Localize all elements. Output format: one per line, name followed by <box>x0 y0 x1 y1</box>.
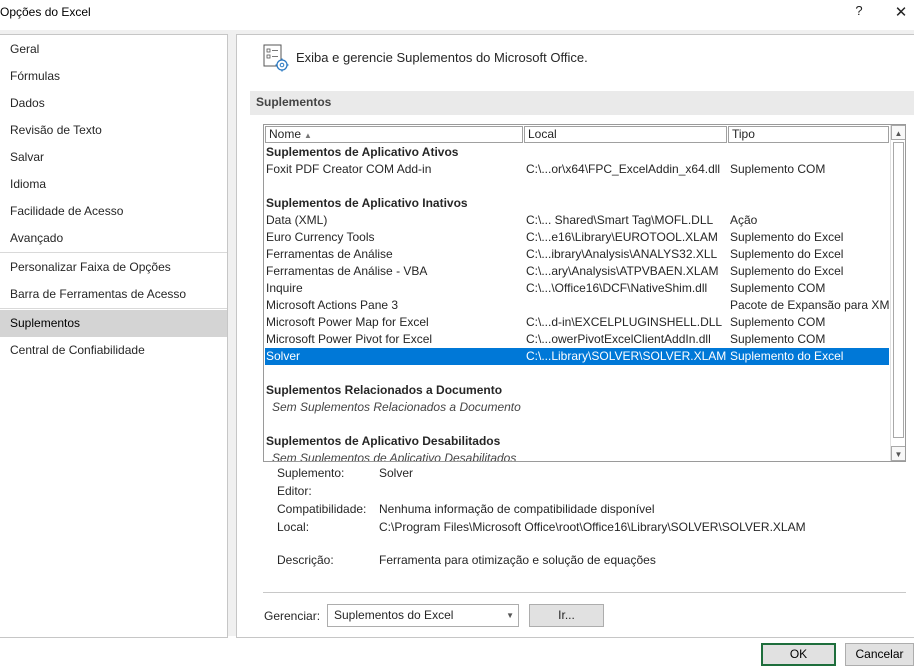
addin-type: Pacote de Expansão para XML <box>730 298 895 312</box>
detail-compat-label: Compatibilidade: <box>277 502 367 516</box>
cancel-button[interactable]: Cancelar <box>845 643 914 666</box>
column-header-location[interactable]: Local <box>524 126 727 143</box>
addin-type: Suplemento do Excel <box>730 264 844 278</box>
sidebar-divider <box>0 252 227 253</box>
detail-desc-label: Descrição: <box>277 553 334 567</box>
column-header-name[interactable]: Nome ▲ <box>265 126 523 143</box>
addin-type: Suplemento do Excel <box>730 247 844 261</box>
addin-type: Suplemento COM <box>730 162 826 176</box>
detail-location-label: Local: <box>277 520 310 534</box>
go-button[interactable]: Ir... <box>529 604 604 627</box>
table-row[interactable]: Microsoft Power Pivot for Excel C:\...ow… <box>265 331 889 348</box>
addin-location: C:\...e16\Library\EUROTOOL.XLAM <box>526 230 718 244</box>
help-icon[interactable]: ? <box>852 3 866 18</box>
close-icon[interactable]: ✕ <box>893 3 909 21</box>
detail-compat-value: Nenhuma informação de compatibilidade di… <box>379 502 655 516</box>
sidebar-item-faixa[interactable]: Personalizar Faixa de Opções <box>0 254 227 281</box>
group-title-document: Suplementos Relacionados a Documento <box>266 383 503 397</box>
ok-button[interactable]: OK <box>761 643 836 666</box>
section-title: Suplementos <box>256 95 332 109</box>
table-row[interactable]: Microsoft Actions Pane 3 Pacote de Expan… <box>265 297 895 314</box>
sidebar-item-salvar[interactable]: Salvar <box>0 144 227 171</box>
divider <box>263 592 906 593</box>
manage-select-value: Suplementos do Excel <box>334 608 454 622</box>
sidebar-item-suplementos[interactable]: Suplementos <box>0 310 227 337</box>
addin-type: Suplemento COM <box>730 281 826 295</box>
addin-location: C:\...\Office16\DCF\NativeShim.dll <box>526 281 708 295</box>
table-row[interactable]: Foxit PDF Creator COM Add-in C:\...or\x6… <box>265 161 889 178</box>
window-title: Opções do Excel <box>0 5 91 19</box>
sidebar-item-confiabilidade[interactable]: Central de Confiabilidade <box>0 337 227 364</box>
addin-location: C:\...ary\Analysis\ATPVBAEN.XLAM <box>526 264 719 278</box>
empty-group-note: Sem Suplementos Relacionados a Documento <box>272 400 521 414</box>
scroll-thumb[interactable] <box>893 142 904 438</box>
column-header-type[interactable]: Tipo <box>728 126 889 143</box>
addin-name: Microsoft Power Map for Excel <box>266 315 429 329</box>
sidebar-item-formulas[interactable]: Fórmulas <box>0 63 227 90</box>
addin-type: Suplemento do Excel <box>730 230 844 244</box>
table-row[interactable]: Euro Currency Tools C:\...e16\Library\EU… <box>265 229 889 246</box>
manage-label: Gerenciar: <box>264 609 321 623</box>
table-row[interactable]: Ferramentas de Análise C:\...ibrary\Anal… <box>265 246 889 263</box>
addin-type: Suplemento do Excel <box>730 349 844 363</box>
detail-publisher-label: Editor: <box>277 484 312 498</box>
empty-group-note: Sem Suplementos de Aplicativo Desabilita… <box>272 451 517 462</box>
addins-icon <box>263 44 289 72</box>
group-title-disabled: Suplementos de Aplicativo Desabilitados <box>266 434 501 448</box>
scroll-down-icon[interactable]: ▼ <box>891 446 905 461</box>
addin-name: Microsoft Power Pivot for Excel <box>266 332 433 346</box>
manage-select[interactable]: Suplementos do Excel ▼ <box>327 604 519 627</box>
detail-addin-label: Suplemento: <box>277 466 345 480</box>
sidebar-item-dados[interactable]: Dados <box>0 90 227 117</box>
addins-list[interactable]: Nome ▲ Local Tipo Suplementos de Aplicati… <box>263 124 906 462</box>
page-header-text: Exiba e gerencie Suplementos do Microsof… <box>296 50 588 65</box>
sidebar-item-revisao[interactable]: Revisão de Texto <box>0 117 227 144</box>
table-row[interactable]: Microsoft Power Map for Excel C:\...d-in… <box>265 314 889 331</box>
sidebar-item-avancado[interactable]: Avançado <box>0 225 227 252</box>
list-scrollbar[interactable]: ▲ ▼ <box>890 125 905 461</box>
sidebar-nav: Geral Fórmulas Dados Revisão de Texto Sa… <box>0 34 228 638</box>
scroll-up-icon[interactable]: ▲ <box>891 125 905 140</box>
addin-location: C:\... Shared\Smart Tag\MOFL.DLL <box>526 213 714 227</box>
column-name-label: Nome <box>269 127 302 141</box>
addin-name: Microsoft Actions Pane 3 <box>266 298 399 312</box>
group-title-active: Suplementos de Aplicativo Ativos <box>266 145 459 159</box>
sidebar-item-acessibilidade[interactable]: Facilidade de Acesso <box>0 198 227 225</box>
addin-location: C:\...d-in\EXCELPLUGINSHELL.DLL <box>526 315 723 329</box>
chevron-down-icon: ▼ <box>506 611 514 620</box>
addin-name: Solver <box>266 349 301 363</box>
addin-name: Inquire <box>266 281 303 295</box>
addin-location: C:\...owerPivotExcelClientAddIn.dll <box>526 332 711 346</box>
main-panel: Exiba e gerencie Suplementos do Microsof… <box>236 34 914 638</box>
sort-ascending-icon: ▲ <box>304 131 312 140</box>
addin-name: Euro Currency Tools <box>266 230 375 244</box>
section-header: Suplementos <box>250 91 914 115</box>
addin-type: Suplemento COM <box>730 332 826 346</box>
detail-addin-value: Solver <box>379 466 414 480</box>
sidebar-item-idioma[interactable]: Idioma <box>0 171 227 198</box>
table-row[interactable]: Ferramentas de Análise - VBA C:\...ary\A… <box>265 263 889 280</box>
addin-type: Suplemento COM <box>730 315 826 329</box>
detail-location-value: C:\Program Files\Microsoft Office\root\O… <box>379 520 806 534</box>
addin-name: Ferramentas de Análise <box>266 247 393 261</box>
table-row-selected[interactable]: Solver C:\...Library\SOLVER\SOLVER.XLAM … <box>265 348 889 365</box>
addin-name: Foxit PDF Creator COM Add-in <box>266 162 432 176</box>
detail-desc-value: Ferramenta para otimização e solução de … <box>379 553 656 567</box>
sidebar-item-geral[interactable]: Geral <box>0 36 227 63</box>
addin-name: Ferramentas de Análise - VBA <box>266 264 428 278</box>
table-row[interactable]: Inquire C:\...\Office16\DCF\NativeShim.d… <box>265 280 889 297</box>
title-bar: Opções do Excel ? ✕ <box>0 0 914 30</box>
group-title-inactive: Suplementos de Aplicativo Inativos <box>266 196 468 210</box>
addin-location: C:\...ibrary\Analysis\ANALYS32.XLL <box>526 247 718 261</box>
sidebar-divider <box>0 308 227 309</box>
addin-location: C:\...Library\SOLVER\SOLVER.XLAM <box>526 349 726 363</box>
sidebar-item-barra-acesso[interactable]: Barra de Ferramentas de Acesso Rápido <box>0 281 227 328</box>
addin-name: Data (XML) <box>266 213 328 227</box>
addin-location: C:\...or\x64\FPC_ExcelAddin_x64.dll <box>526 162 721 176</box>
addin-type: Ação <box>730 213 758 227</box>
table-row[interactable]: Data (XML) C:\... Shared\Smart Tag\MOFL.… <box>265 212 889 229</box>
